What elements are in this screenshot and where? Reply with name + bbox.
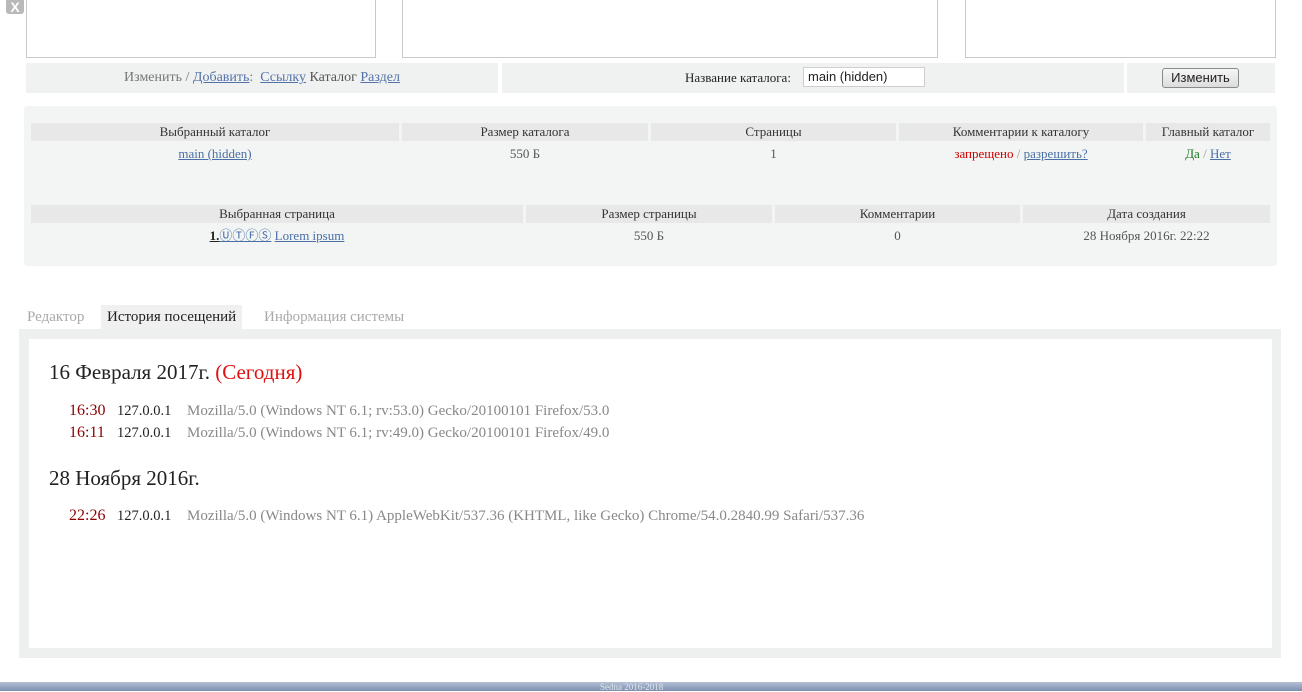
page-flags[interactable]: ⓊⓉⒻⓈ: [219, 228, 271, 243]
add-link-link[interactable]: Ссылку: [260, 70, 306, 85]
colon-separator: :: [249, 70, 254, 85]
visit-user-agent: Mozilla/5.0 (Windows NT 6.1; rv:49.0) Ge…: [187, 425, 610, 441]
top-panel-left: [26, 0, 376, 58]
top-panel-right: [965, 0, 1276, 58]
day-heading: 28 Ноября 2016г.: [49, 466, 200, 491]
header-catalog-comments: Комментарии к каталогу: [899, 123, 1143, 141]
header-page-size: Размер страницы: [526, 205, 772, 223]
close-icon[interactable]: X: [6, 0, 24, 14]
catalog-actions: Изменить / Добавить: Ссылку Каталог Разд…: [26, 63, 498, 93]
main-no-link[interactable]: Нет: [1210, 146, 1231, 161]
add-section-link[interactable]: Раздел: [360, 70, 400, 85]
selected-catalog-link[interactable]: main (hidden): [178, 146, 251, 161]
header-comments: Комментарии: [775, 205, 1020, 223]
catalog-name-label: Название каталога:: [685, 70, 791, 85]
catalog-size: 550 Б: [509, 146, 541, 161]
visit-ip: 127.0.0.1: [117, 425, 172, 441]
add-link[interactable]: Добавить: [193, 70, 250, 85]
slash-separator: /: [185, 70, 190, 85]
visit-time: 16:30: [69, 402, 106, 419]
change-label: Изменить: [124, 70, 183, 85]
tab-editor[interactable]: Редактор: [21, 305, 90, 329]
header-main-catalog: Главный каталог: [1146, 123, 1270, 141]
main-catalog-cell: Да / Нет: [1146, 145, 1270, 163]
visit-row: 16:30 127.0.0.1 Mozilla/5.0 (Windows NT 6.…: [69, 402, 609, 420]
visit-ip: 127.0.0.1: [117, 403, 172, 419]
page-created: 28 Ноября 2016г. 22:22: [1083, 228, 1210, 243]
page-size: 550 Б: [633, 228, 665, 243]
catalog-comments-cell: запрещено / разрешить?: [899, 145, 1143, 163]
day-heading: 16 Февраля 2017г. (Сегодня): [49, 360, 302, 385]
top-panel-center: [402, 0, 938, 58]
today-badge: (Сегодня): [215, 360, 303, 384]
catalog-toolbar: Изменить / Добавить: Ссылку Каталог Разд…: [26, 63, 1275, 93]
catalog-name-cell: Название каталога: main (hidden): [502, 63, 1124, 93]
allow-comments-link[interactable]: разрешить?: [1024, 146, 1088, 161]
change-button-cell: Изменить: [1127, 63, 1275, 93]
page-title-link[interactable]: Lorem ipsum: [275, 228, 345, 243]
visit-ip: 127.0.0.1: [117, 508, 172, 524]
change-button[interactable]: Изменить: [1162, 68, 1239, 88]
selected-catalog-cell: main (hidden): [31, 145, 399, 163]
add-catalog-text: Каталог: [309, 70, 357, 85]
visit-time: 22:26: [69, 507, 106, 524]
page-comments: 0: [894, 228, 901, 243]
header-selected-page: Выбранная страница: [31, 205, 523, 223]
header-selected-catalog: Выбранный каталог: [31, 123, 399, 141]
tab-visit-history[interactable]: История посещений: [101, 305, 243, 329]
header-created: Дата создания: [1023, 205, 1270, 223]
header-catalog-size: Размер каталога: [402, 123, 648, 141]
visit-user-agent: Mozilla/5.0 (Windows NT 6.1; rv:53.0) Ge…: [187, 403, 610, 419]
selected-page-cell: 1.ⓊⓉⒻⓈ Lorem ipsum: [31, 227, 523, 245]
comments-separator: /: [1016, 146, 1021, 161]
comments-status: запрещено: [954, 146, 1014, 161]
history-content: [29, 339, 1272, 648]
visit-row: 22:26 127.0.0.1 Mozilla/5.0 (Windows NT 6.…: [69, 507, 864, 525]
header-pages: Страницы: [651, 123, 896, 141]
main-yes: Да: [1185, 146, 1200, 161]
day-date: 28 Ноября 2016г.: [49, 466, 200, 490]
tab-system-info[interactable]: Информация системы: [258, 305, 410, 329]
catalog-name-input[interactable]: main (hidden): [803, 67, 925, 87]
visit-row: 16:11 127.0.0.1 Mozilla/5.0 (Windows NT 6.…: [69, 424, 609, 442]
catalog-pages: 1: [770, 146, 777, 161]
visit-user-agent: Mozilla/5.0 (Windows NT 6.1) AppleWebKit…: [187, 508, 865, 524]
page-index[interactable]: 1.: [210, 228, 220, 243]
visit-time: 16:11: [69, 424, 105, 441]
day-date: 16 Февраля 2017г.: [49, 360, 210, 384]
main-separator: /: [1203, 146, 1207, 161]
